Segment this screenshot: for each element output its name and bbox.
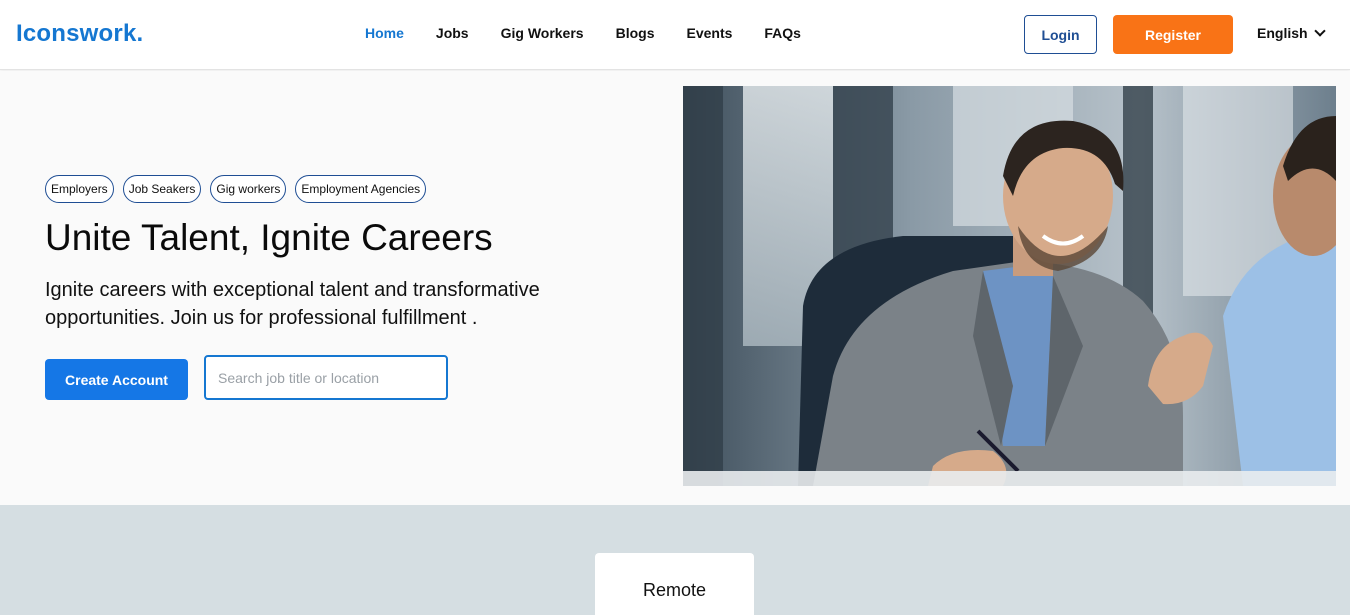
register-button[interactable]: Register	[1113, 15, 1233, 54]
nav-home[interactable]: Home	[365, 25, 404, 41]
audience-tags: Employers Job Seakers Gig workers Employ…	[45, 175, 427, 203]
nav-blogs[interactable]: Blogs	[616, 25, 655, 41]
create-account-button[interactable]: Create Account	[45, 359, 188, 400]
login-button[interactable]: Login	[1024, 15, 1097, 54]
tag-gig-workers[interactable]: Gig workers	[210, 175, 287, 203]
nav-faqs[interactable]: FAQs	[764, 25, 801, 41]
tag-employment-agencies[interactable]: Employment Agencies	[295, 175, 427, 203]
nav-gig-workers[interactable]: Gig Workers	[501, 25, 584, 41]
job-search-input[interactable]	[204, 355, 448, 400]
nav-events[interactable]: Events	[686, 25, 732, 41]
hero-subtitle: Ignite careers with exceptional talent a…	[45, 279, 540, 329]
main-nav: Home Jobs Gig Workers Blogs Events FAQs	[365, 25, 833, 41]
tag-employers[interactable]: Employers	[45, 175, 114, 203]
language-label: English	[1257, 25, 1308, 41]
categories-section: Remote	[0, 505, 1350, 615]
nav-jobs[interactable]: Jobs	[436, 25, 469, 41]
language-selector[interactable]: English	[1257, 25, 1326, 41]
hero-section: Employers Job Seakers Gig workers Employ…	[0, 71, 1350, 505]
site-header: Iconswork. Home Jobs Gig Workers Blogs E…	[0, 0, 1350, 70]
interview-photo-illustration	[683, 86, 1336, 486]
brand-logo[interactable]: Iconswork.	[16, 20, 143, 48]
tag-job-seekers[interactable]: Job Seakers	[122, 175, 202, 203]
chevron-down-icon	[1313, 25, 1326, 37]
category-card-remote[interactable]: Remote	[595, 553, 754, 615]
category-card-label: Remote	[642, 580, 707, 600]
hero-title: Unite Talent, Ignite Careers	[45, 217, 493, 258]
hero-photo	[683, 86, 1336, 486]
